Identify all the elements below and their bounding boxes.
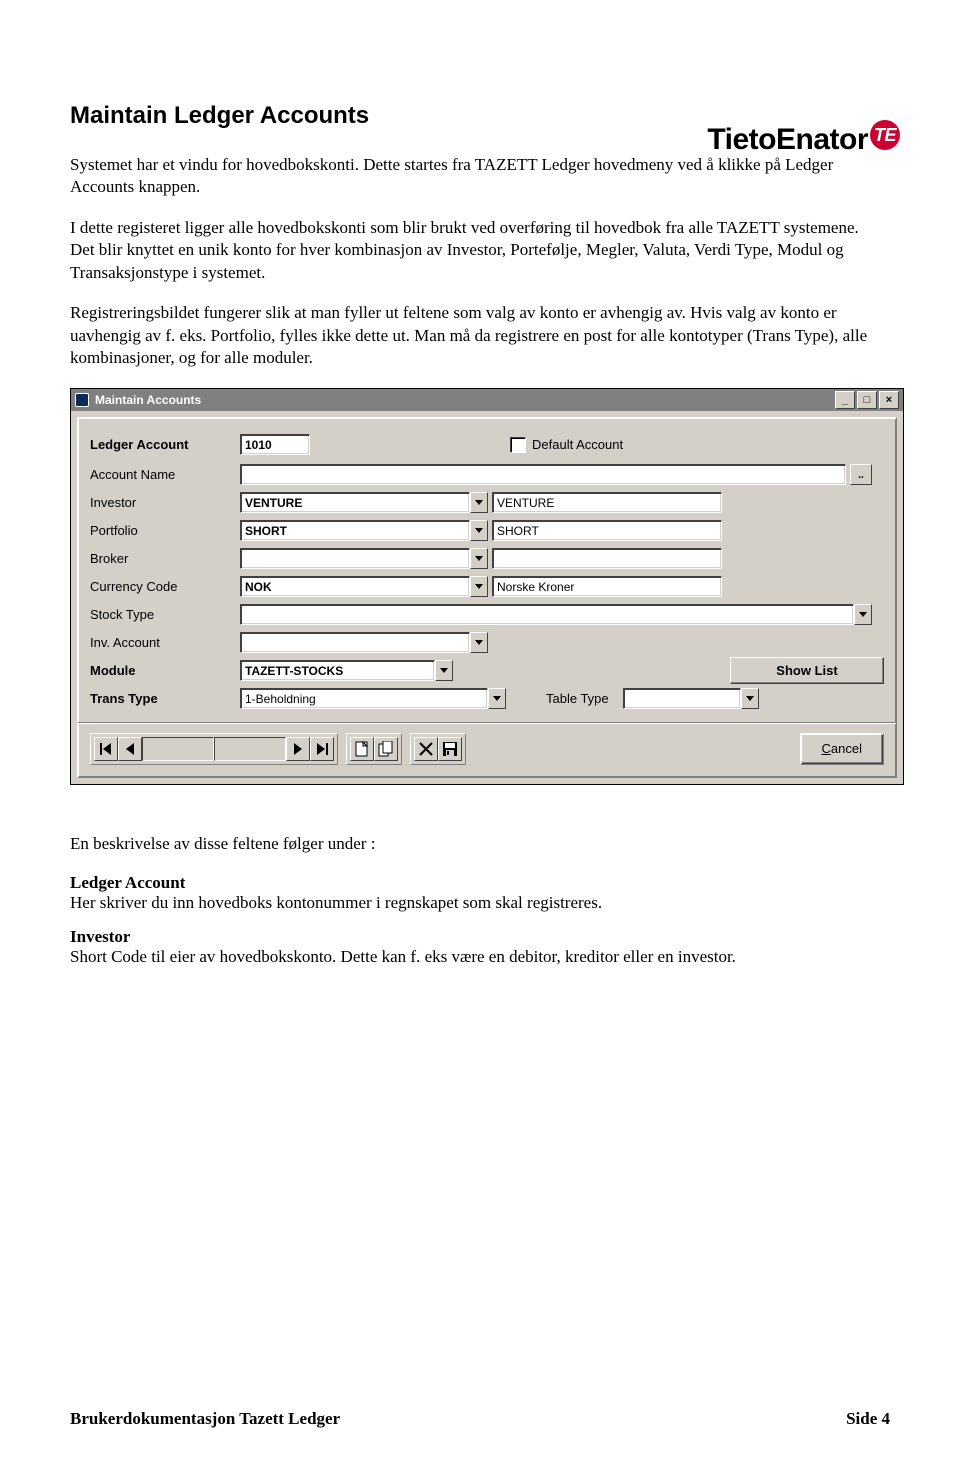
display-portfolio-desc: SHORT bbox=[492, 520, 722, 541]
brand-text: TietoEnator bbox=[707, 123, 868, 156]
footer-right: Side 4 bbox=[846, 1409, 890, 1429]
label-module: Module bbox=[90, 663, 240, 678]
chevron-down-icon bbox=[493, 696, 501, 701]
window-titlebar[interactable]: Maintain Accounts _ □ × bbox=[71, 389, 903, 411]
field-text-ledger-account: Her skriver du inn hovedboks kontonummer… bbox=[70, 893, 890, 913]
select-inv-account[interactable] bbox=[240, 632, 470, 653]
new-record-button[interactable] bbox=[350, 737, 374, 761]
delete-record-button[interactable] bbox=[414, 737, 438, 761]
dropdown-trans-type[interactable] bbox=[488, 688, 506, 709]
chevron-down-icon bbox=[475, 528, 483, 533]
window-maximize-button[interactable]: □ bbox=[857, 391, 877, 409]
copy-documents-icon bbox=[378, 741, 394, 757]
select-portfolio[interactable]: SHORT bbox=[240, 520, 470, 541]
prev-icon bbox=[125, 743, 135, 755]
form-panel: Ledger Account 1010 Default Account Acco… bbox=[77, 417, 897, 778]
dropdown-investor[interactable] bbox=[470, 492, 488, 513]
dropdown-currency[interactable] bbox=[470, 576, 488, 597]
chevron-down-icon bbox=[475, 584, 483, 589]
window-icon bbox=[75, 393, 89, 407]
select-table-type[interactable] bbox=[623, 688, 741, 709]
field-heading-investor: Investor bbox=[70, 927, 890, 947]
label-account-name: Account Name bbox=[90, 467, 240, 482]
dropdown-table-type[interactable] bbox=[741, 688, 759, 709]
cancel-button[interactable]: Cancel bbox=[801, 734, 883, 764]
label-inv-account: Inv. Account bbox=[90, 635, 240, 650]
record-nav-toolbar: Cancel bbox=[90, 733, 884, 765]
nav-last-button[interactable] bbox=[310, 737, 334, 761]
label-portfolio: Portfolio bbox=[90, 523, 240, 538]
first-icon bbox=[100, 743, 112, 755]
input-ledger-account[interactable]: 1010 bbox=[240, 434, 310, 455]
save-record-button[interactable] bbox=[438, 737, 462, 761]
chevron-down-icon bbox=[440, 668, 448, 673]
intro-paragraph-3: Registreringsbildet fungerer slik at man… bbox=[70, 302, 890, 369]
display-currency-desc: Norske Kroner bbox=[492, 576, 722, 597]
button-account-name-ellipsis[interactable]: .. bbox=[850, 464, 872, 485]
footer-left: Brukerdokumentasjon Tazett Ledger bbox=[70, 1409, 340, 1429]
fields-intro: En beskrivelse av disse feltene følger u… bbox=[70, 833, 890, 855]
window-close-button[interactable]: × bbox=[879, 391, 899, 409]
select-module[interactable]: TAZETT-STOCKS bbox=[240, 660, 435, 681]
window-title: Maintain Accounts bbox=[95, 393, 835, 407]
chevron-down-icon bbox=[746, 696, 754, 701]
brand-badge: TE bbox=[870, 120, 900, 150]
window-minimize-button[interactable]: _ bbox=[835, 391, 855, 409]
intro-paragraph-1: Systemet har et vindu for hovedbokskonti… bbox=[70, 154, 890, 199]
chevron-down-icon bbox=[475, 556, 483, 561]
chevron-down-icon bbox=[475, 640, 483, 645]
select-stock-type[interactable] bbox=[240, 604, 854, 625]
checkbox-default-account[interactable] bbox=[510, 437, 526, 453]
dropdown-stock-type[interactable] bbox=[854, 604, 872, 625]
select-broker[interactable] bbox=[240, 548, 470, 569]
dropdown-broker[interactable] bbox=[470, 548, 488, 569]
intro-paragraph-2: I dette registeret ligger alle hovedboks… bbox=[70, 217, 890, 284]
page-footer: Brukerdokumentasjon Tazett Ledger Side 4 bbox=[70, 1409, 890, 1429]
nav-slider-1[interactable] bbox=[142, 737, 214, 761]
save-disk-icon bbox=[442, 741, 458, 757]
nav-slider-2[interactable] bbox=[214, 737, 286, 761]
field-heading-ledger-account: Ledger Account bbox=[70, 873, 890, 893]
dropdown-portfolio[interactable] bbox=[470, 520, 488, 541]
nav-next-button[interactable] bbox=[286, 737, 310, 761]
label-default-account: Default Account bbox=[532, 437, 623, 452]
chevron-down-icon bbox=[859, 612, 867, 617]
chevron-down-icon bbox=[475, 500, 483, 505]
label-table-type: Table Type bbox=[546, 691, 609, 706]
select-trans-type[interactable]: 1-Beholdning bbox=[240, 688, 488, 709]
last-icon bbox=[316, 743, 328, 755]
input-account-name[interactable] bbox=[240, 464, 846, 485]
separator bbox=[78, 722, 896, 723]
delete-icon bbox=[419, 742, 433, 756]
label-stock-type: Stock Type bbox=[90, 607, 240, 622]
select-currency[interactable]: NOK bbox=[240, 576, 470, 597]
nav-prev-button[interactable] bbox=[118, 737, 142, 761]
label-trans-type: Trans Type bbox=[90, 691, 240, 706]
display-investor-desc: VENTURE bbox=[492, 492, 722, 513]
button-show-list[interactable]: Show List bbox=[730, 657, 884, 684]
copy-record-button[interactable] bbox=[374, 737, 398, 761]
label-investor: Investor bbox=[90, 495, 240, 510]
new-document-icon bbox=[355, 741, 369, 757]
label-ledger-account: Ledger Account bbox=[90, 437, 240, 452]
field-text-investor: Short Code til eier av hovedbokskonto. D… bbox=[70, 947, 890, 967]
label-currency-code: Currency Code bbox=[90, 579, 240, 594]
select-investor[interactable]: VENTURE bbox=[240, 492, 470, 513]
maintain-accounts-window: Maintain Accounts _ □ × Ledger Account 1… bbox=[70, 388, 904, 785]
display-broker-desc bbox=[492, 548, 722, 569]
dropdown-inv-account[interactable] bbox=[470, 632, 488, 653]
brand-logo: TietoEnatorTE bbox=[707, 120, 900, 157]
nav-first-button[interactable] bbox=[94, 737, 118, 761]
next-icon bbox=[293, 743, 303, 755]
label-broker: Broker bbox=[90, 551, 240, 566]
dropdown-module[interactable] bbox=[435, 660, 453, 681]
